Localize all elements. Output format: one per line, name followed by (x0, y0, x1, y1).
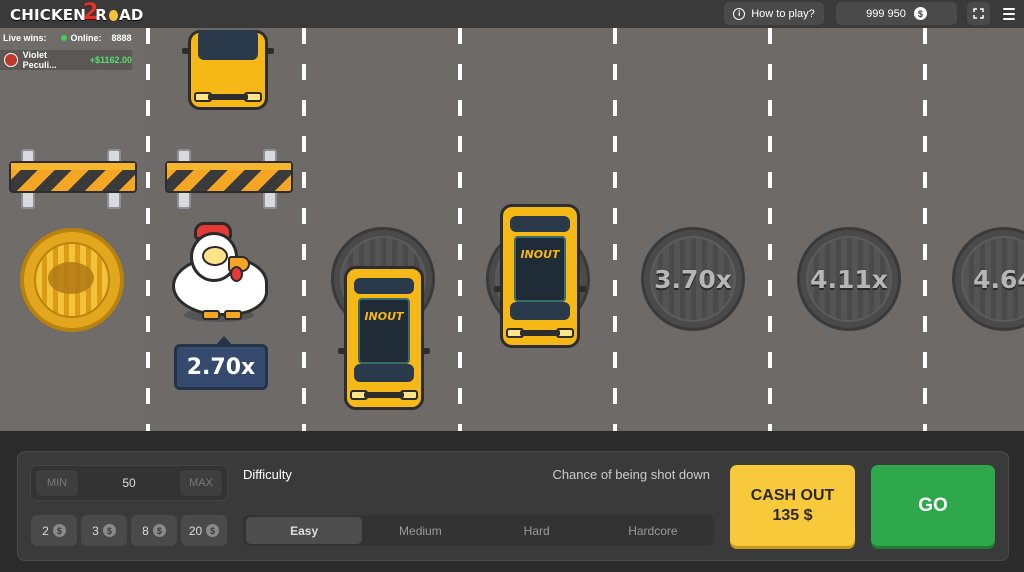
logo-text-left: CHICKEN (10, 6, 86, 24)
car-mirror (422, 348, 430, 354)
chance-label: Chance of being shot down (552, 467, 710, 482)
balance-value: 999 950 (866, 7, 906, 20)
menu-icon-line (1003, 12, 1015, 15)
collected-gold-manhole (20, 228, 124, 332)
car-windshield (198, 30, 258, 60)
multiplier-manhole: 3.70x (641, 227, 745, 331)
car-mirror (182, 48, 190, 54)
cash-out-label: CASH OUT (750, 486, 835, 504)
fullscreen-icon (973, 8, 984, 19)
cash-out-amount: 135 $ (772, 506, 813, 524)
lane-divider (302, 28, 306, 431)
car-grille (520, 330, 560, 336)
lane-divider (768, 28, 772, 431)
quick-bet-value: 2 (42, 523, 49, 538)
chicken-foot (224, 310, 242, 320)
road-barrier (9, 149, 137, 209)
win-amount: +$1162.00 (89, 55, 132, 65)
barrier-board (165, 161, 293, 193)
dollar-coin-icon: $ (52, 524, 66, 537)
manhole-multiplier: 3.70x (654, 264, 732, 294)
logo-number: 2 (82, 0, 99, 25)
car-grille (364, 392, 404, 398)
car-roof (514, 236, 566, 302)
multiplier-manhole: 4.11x (797, 227, 901, 331)
fullscreen-button[interactable] (967, 2, 990, 25)
car-roof (358, 298, 410, 364)
car-grille (208, 94, 248, 100)
lane-divider (458, 28, 462, 431)
car-mirror (338, 348, 346, 354)
lane-divider (613, 28, 617, 431)
barrier-board (9, 161, 137, 193)
car-mirror (494, 286, 502, 292)
how-to-play-button[interactable]: i How to play? (724, 2, 824, 25)
online-count: 8888 (111, 33, 132, 43)
cash-out-button[interactable]: CASH OUT 135 $ (730, 465, 855, 546)
menu-icon-line (1003, 17, 1015, 20)
menu-icon-line (1003, 7, 1015, 10)
quick-bet-button[interactable]: 20 $ (181, 515, 227, 546)
max-bet-button[interactable]: MAX (180, 470, 222, 496)
go-button[interactable]: GO (871, 465, 995, 546)
live-win-item: Violet Peculi... +$1162.00 (0, 50, 132, 70)
manhole-multiplier: 4.11x (810, 264, 888, 294)
quick-bet-value: 20 (188, 523, 203, 538)
difficulty-tab-hard[interactable]: Hard (479, 517, 595, 544)
difficulty-tab-easy[interactable]: Easy (246, 517, 363, 544)
min-bet-button[interactable]: MIN (36, 470, 78, 496)
difficulty-tab-medium[interactable]: Medium (362, 517, 478, 544)
chicken-wattle (230, 266, 243, 282)
taxi-car (182, 30, 274, 110)
quick-bet-button[interactable]: 8 $ (131, 515, 177, 546)
car-mirror (578, 286, 586, 292)
dollar-coin-icon: $ (152, 524, 166, 537)
chicken-player (168, 222, 268, 326)
manhole-multiplier: 4.64x (973, 264, 1024, 294)
taxi-sign: INOUT (364, 310, 404, 323)
car-mirror (266, 48, 274, 54)
online-status-icon (60, 35, 67, 41)
info-icon: i (733, 7, 746, 20)
dollar-coin-icon: $ (206, 524, 220, 537)
chicken-foot (202, 310, 220, 320)
current-multiplier-badge: 2.70x (174, 336, 268, 390)
live-wins-bar: Live wins: Online: 8888 (3, 33, 132, 43)
difficulty-label: Difficulty (243, 467, 292, 482)
live-wins-label: Live wins: (3, 33, 47, 43)
dollar-coin-icon: $ (913, 7, 927, 20)
taxi-car: INOUT (494, 204, 586, 348)
difficulty-tab-hardcore[interactable]: Hardcore (595, 517, 711, 544)
chicken-eye (202, 246, 228, 266)
go-label: GO (918, 494, 948, 516)
quick-bet-button[interactable]: 3 $ (81, 515, 127, 546)
quick-bet-value: 3 (92, 523, 99, 538)
bet-amount-control: MIN 50 MAX (30, 465, 228, 501)
online-label: Online: (70, 33, 102, 43)
difficulty-selector: Easy Medium Hard Hardcore (243, 515, 714, 546)
lane-divider (923, 28, 927, 431)
dollar-coin-icon: $ (102, 524, 116, 537)
winner-name: Violet Peculi... (22, 50, 57, 70)
balance-display: 999 950 $ (836, 2, 957, 25)
car-windshield (510, 302, 570, 320)
roast-chicken-icon (48, 262, 94, 294)
bet-amount-input[interactable]: 50 (81, 466, 177, 500)
car-rear-window (354, 278, 414, 294)
taxi-car: INOUT (338, 266, 430, 410)
menu-button[interactable] (998, 2, 1020, 25)
car-rear-window (510, 216, 570, 232)
logo-text-right-2: AD (119, 6, 144, 24)
quick-bet-value: 8 (142, 523, 149, 538)
how-to-play-label: How to play? (751, 7, 815, 20)
road-barrier (165, 149, 293, 209)
car-windshield (354, 364, 414, 382)
top-bar: CHICKEN 2 R AD i How to play? 999 950 $ (0, 0, 1024, 28)
avatar (4, 53, 18, 67)
egg-icon (109, 9, 119, 21)
lane-divider (146, 28, 150, 431)
quick-bet-button[interactable]: 2 $ (31, 515, 77, 546)
taxi-sign: INOUT (520, 248, 560, 261)
game-logo: CHICKEN 2 R AD (10, 0, 144, 26)
